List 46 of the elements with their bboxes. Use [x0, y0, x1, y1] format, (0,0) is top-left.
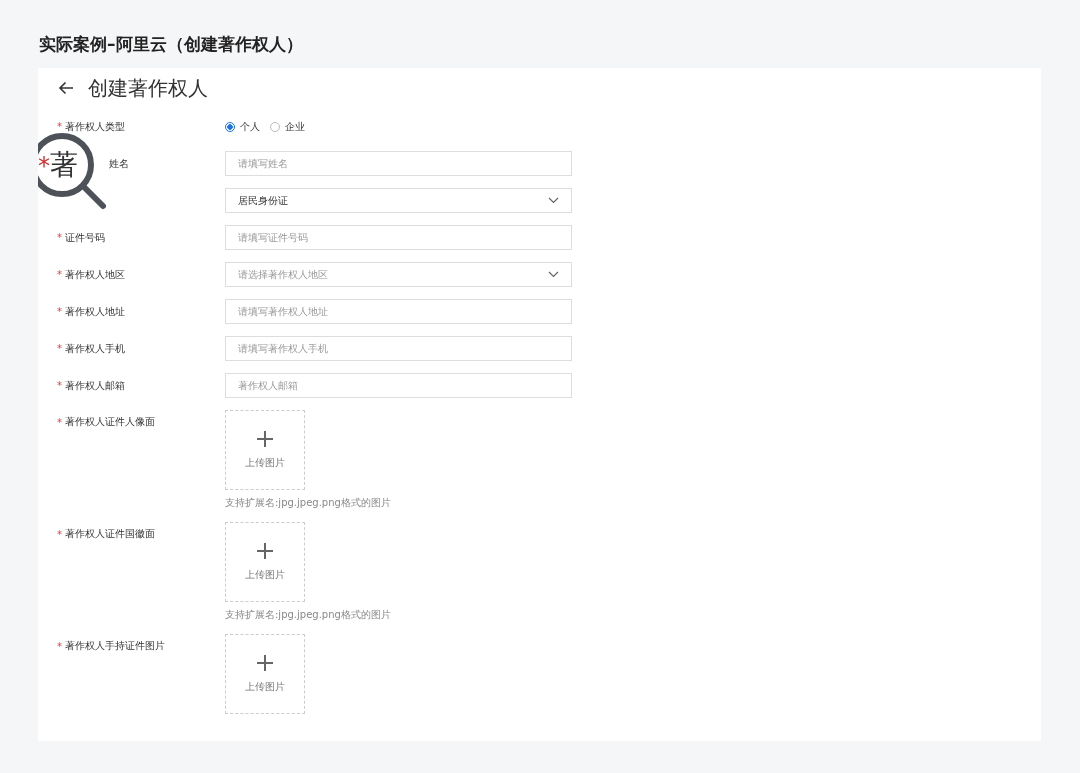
upload-hint: 支持扩展名:jpg.jpeg.png格式的图片 — [225, 497, 391, 509]
plus-icon — [256, 654, 274, 672]
plus-icon — [256, 430, 274, 448]
text-input-field[interactable]: 请填写著作权人手机 — [225, 336, 572, 361]
field-label: 著作权人类型 — [65, 119, 125, 134]
radio-option[interactable]: 个人 — [225, 119, 260, 134]
radio-label: 个人 — [240, 119, 260, 134]
back-arrow-icon[interactable] — [58, 81, 74, 95]
select-field[interactable]: 居民身份证 — [225, 188, 572, 213]
field-label: 著作权人手机 — [65, 341, 125, 356]
field-label: 著作权人地址 — [65, 304, 125, 319]
text-input-field[interactable]: 请填写姓名 — [225, 151, 572, 176]
required-mark: * — [57, 269, 63, 280]
field-label: 著作权人地区 — [65, 267, 125, 282]
required-mark: * — [57, 640, 63, 652]
field-label: 著作权人证件人像面 — [65, 415, 155, 429]
field-label: 姓名 — [109, 156, 129, 171]
chevron-down-icon — [548, 197, 559, 204]
upload-button[interactable]: 上传图片 — [225, 634, 305, 714]
field-label: 著作权人证件国徽面 — [65, 527, 155, 541]
upload-button[interactable]: 上传图片 — [225, 410, 305, 490]
required-mark: * — [57, 416, 63, 428]
plus-icon — [256, 542, 274, 560]
required-mark: * — [57, 232, 63, 243]
slide-heading: 实际案例–阿里云（创建著作权人） — [39, 33, 303, 56]
radio-option[interactable]: 企业 — [270, 119, 305, 134]
select-field[interactable]: 请选择著作权人地区 — [225, 262, 572, 287]
radio-button[interactable] — [270, 121, 280, 132]
magnified-label: *著 — [38, 148, 78, 183]
text-input-field[interactable]: 请填写著作权人地址 — [225, 299, 572, 324]
required-mark: * — [57, 121, 63, 132]
required-mark: * — [57, 343, 63, 354]
radio-button[interactable] — [225, 121, 235, 132]
text-input-field[interactable]: 请填写证件号码 — [225, 225, 572, 250]
field-label: 证件号码 — [65, 230, 105, 245]
required-mark: * — [57, 380, 63, 391]
page-title: 创建著作权人 — [88, 76, 208, 100]
upload-button[interactable]: 上传图片 — [225, 522, 305, 602]
text-input-field[interactable]: 著作权人邮箱 — [225, 373, 572, 398]
required-mark: * — [57, 528, 63, 540]
field-label: 著作权人邮箱 — [65, 378, 125, 393]
chevron-down-icon — [548, 271, 559, 278]
field-label: 著作权人手持证件图片 — [65, 639, 165, 653]
radio-label: 企业 — [285, 119, 305, 134]
required-mark: * — [57, 306, 63, 317]
upload-hint: 支持扩展名:jpg.jpeg.png格式的图片 — [225, 609, 391, 621]
